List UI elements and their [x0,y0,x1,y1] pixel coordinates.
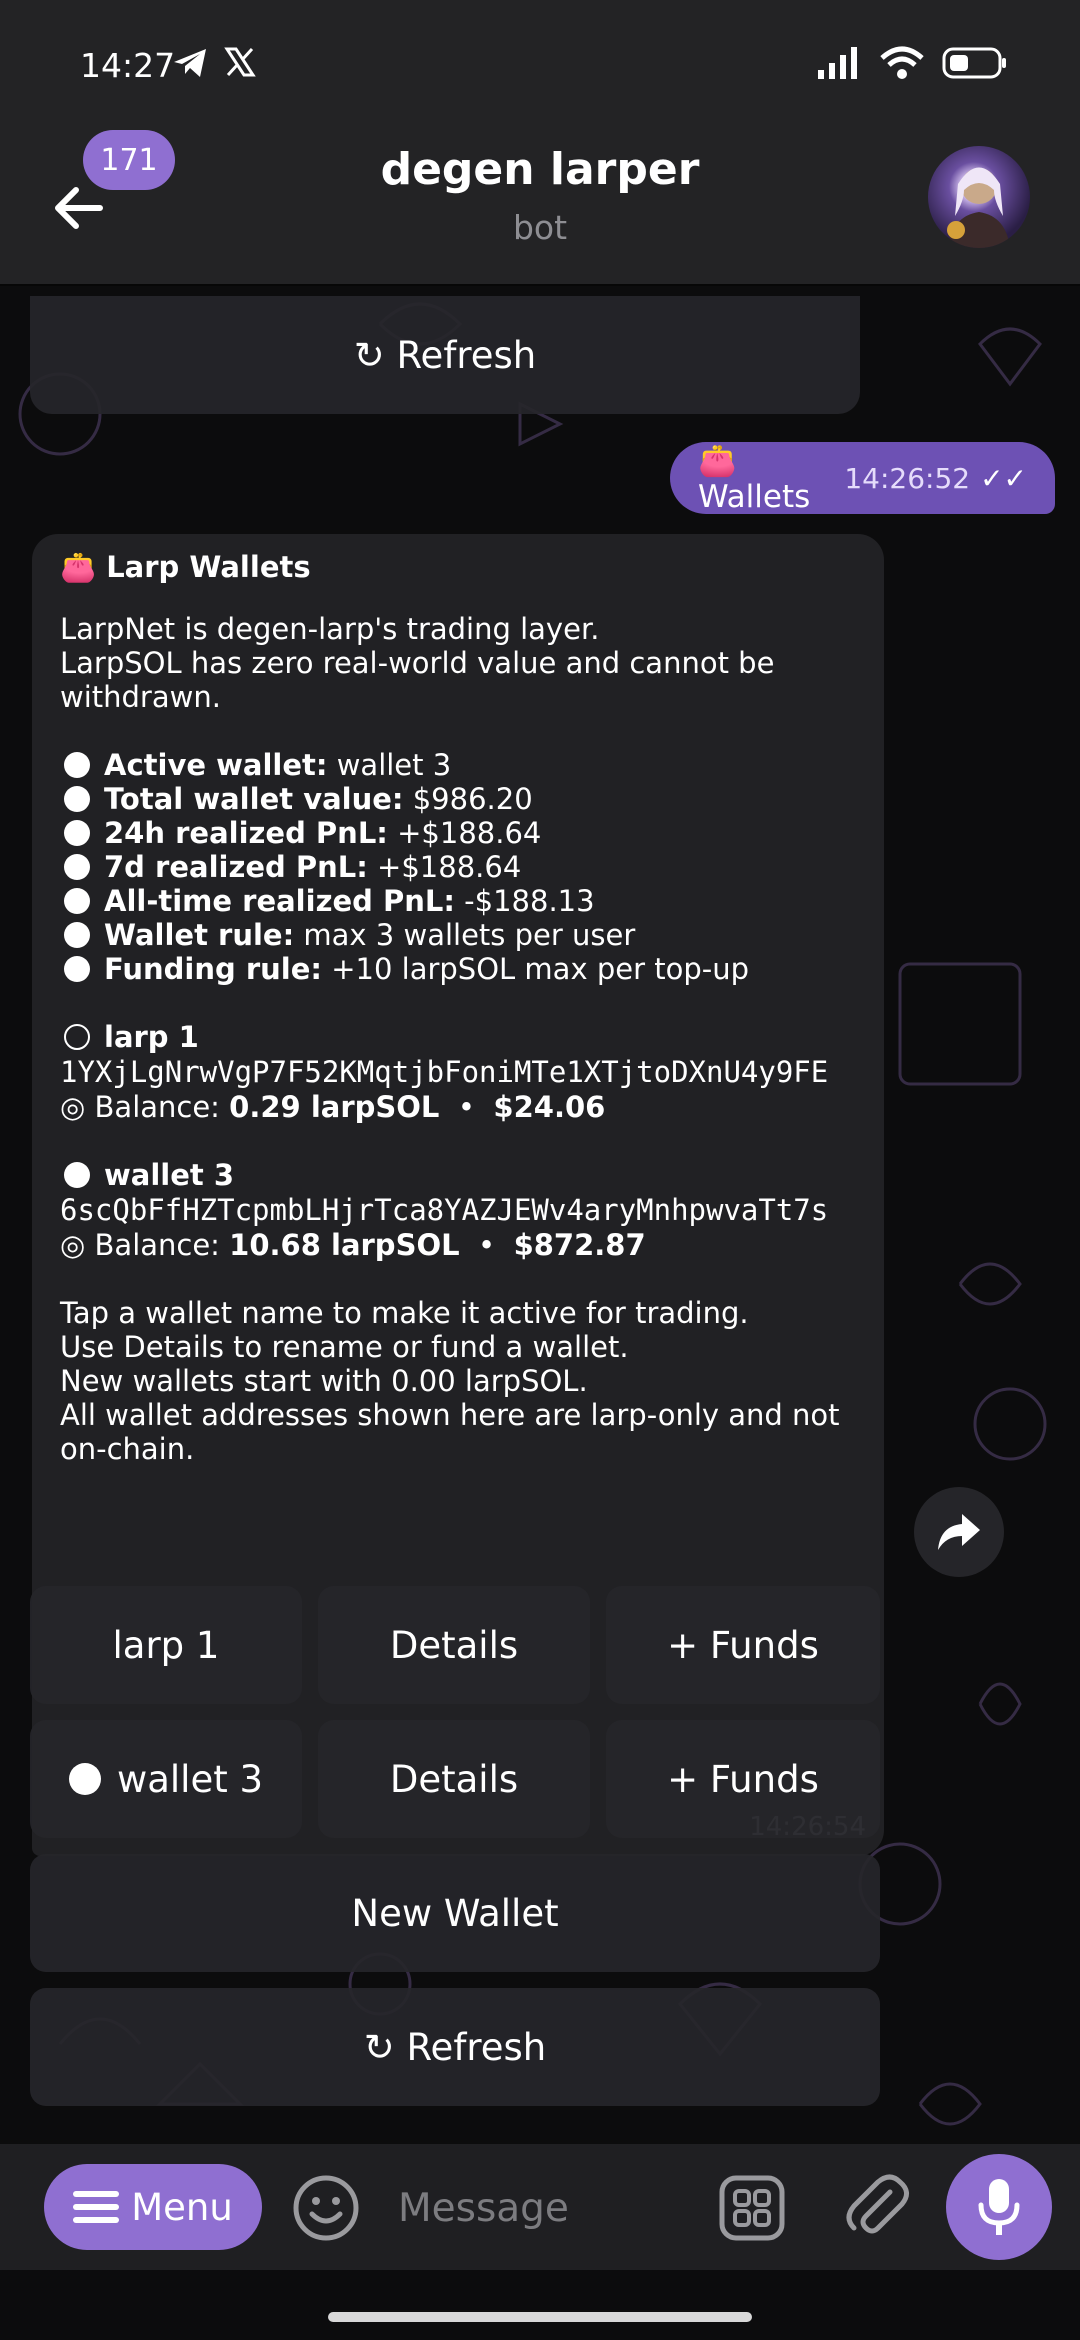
intro-line-2: LarpSOL has zero real-world value and ca… [60,646,775,714]
wallet-balance: ◎ Balance: 10.68 larpSOL • $872.87 [60,1228,646,1262]
voice-record-button[interactable] [946,2154,1052,2260]
stat-row: 7d realized PnL: +$188.64 [60,850,856,884]
details-button[interactable]: Details [318,1720,590,1838]
bot-avatar[interactable] [928,146,1030,248]
active-wallet-icon [64,1162,90,1188]
menu-label: Menu [131,2185,233,2229]
wallet-button-label: wallet 3 [116,1757,264,1801]
bullet-icon [64,922,90,948]
wallet-address[interactable]: 6scQbFfHZTcpmbLHjrTca8YAZJEWv4aryMnhpwva… [60,1192,856,1228]
chat-title[interactable]: degen larper [0,144,1080,195]
wallet-address[interactable]: 1YXjLgNrwVgP7F52KMqtjbFoniMTe1XTjtoDXnU4… [60,1054,856,1090]
stat-row: 24h realized PnL: +$188.64 [60,816,856,850]
outgoing-time: 14:26:52 [844,461,971,495]
stat-row: All-time realized PnL: -$188.13 [60,884,856,918]
status-bar: 14:27 [0,0,1080,130]
microphone-icon [978,2179,1020,2235]
add-funds-button[interactable]: + Funds [606,1586,880,1704]
bullet-icon [64,888,90,914]
emoji-icon[interactable] [292,2174,360,2242]
menu-button[interactable]: Menu [44,2164,262,2250]
wallet-button-larp-1[interactable]: larp 1 [30,1586,302,1704]
bullet-icon [64,820,90,846]
share-arrow-icon [938,1514,980,1550]
footer-line-4: All wallet addresses shown here are larp… [60,1398,840,1466]
battery-icon [942,47,1006,79]
message-composer: Menu [0,2144,1080,2270]
chat-subtitle: bot [512,208,568,247]
footer-line-1: Tap a wallet name to make it active for … [60,1296,749,1330]
stat-row: Active wallet: wallet 3 [60,748,856,782]
chat-header: 171 degen larper bot [0,130,1080,284]
wallet-balance: ◎ Balance: 0.29 larpSOL • $24.06 [60,1090,606,1124]
active-wallet-icon [68,1763,101,1795]
bullet-icon [64,854,90,880]
signal-icon [818,47,857,79]
refresh-button[interactable]: ↻ Refresh [30,1988,880,2106]
bullet-icon [64,956,90,982]
menu-icon [73,2191,120,2223]
footer-line-3: New wallets start with 0.00 larpSOL. [60,1364,588,1398]
home-indicator[interactable] [328,2312,752,2322]
paperclip-icon[interactable] [840,2170,912,2242]
wallet-button-wallet-3[interactable]: wallet 3 [30,1720,302,1838]
wifi-icon [880,46,924,79]
chat-area[interactable]: ↻ Refresh 👛 Wallets 14:26:52 ✓✓ 👛 Larp W… [0,284,1080,2144]
wallet-name-row: wallet 3 [60,1158,856,1192]
intro-line-1: LarpNet is degen-larp's trading layer. [60,612,600,646]
bot-apps-icon[interactable] [718,2174,786,2242]
stat-row: Total wallet value: $986.20 [60,782,856,816]
refresh-button[interactable]: ↻ Refresh [30,296,860,414]
stat-row: Wallet rule: max 3 wallets per user [60,918,856,952]
share-button[interactable] [914,1487,1004,1577]
x-logo-icon [224,47,256,77]
outgoing-message[interactable]: 👛 Wallets 14:26:52 ✓✓ [670,442,1055,515]
wallet-name-row: larp 1 [60,1020,856,1054]
bullet-icon [64,786,90,812]
avatar-image [947,167,1010,248]
message-input[interactable] [396,2172,700,2244]
new-wallet-button[interactable]: New Wallet [30,1854,880,1972]
add-funds-button[interactable]: + Funds [606,1720,880,1838]
footer-line-2: Use Details to rename or fund a wallet. [60,1330,629,1364]
message-title: 👛 Larp Wallets [60,550,311,584]
status-time: 14:27 [80,46,176,85]
read-check-icon: ✓✓ [980,461,1027,495]
stat-row: Funding rule: +10 larpSOL max per top-up [60,952,856,986]
telegram-icon [174,49,206,77]
details-button[interactable]: Details [318,1586,590,1704]
bullet-icon [64,752,90,778]
outgoing-text: 👛 Wallets [698,442,811,515]
inactive-wallet-icon [64,1024,90,1050]
